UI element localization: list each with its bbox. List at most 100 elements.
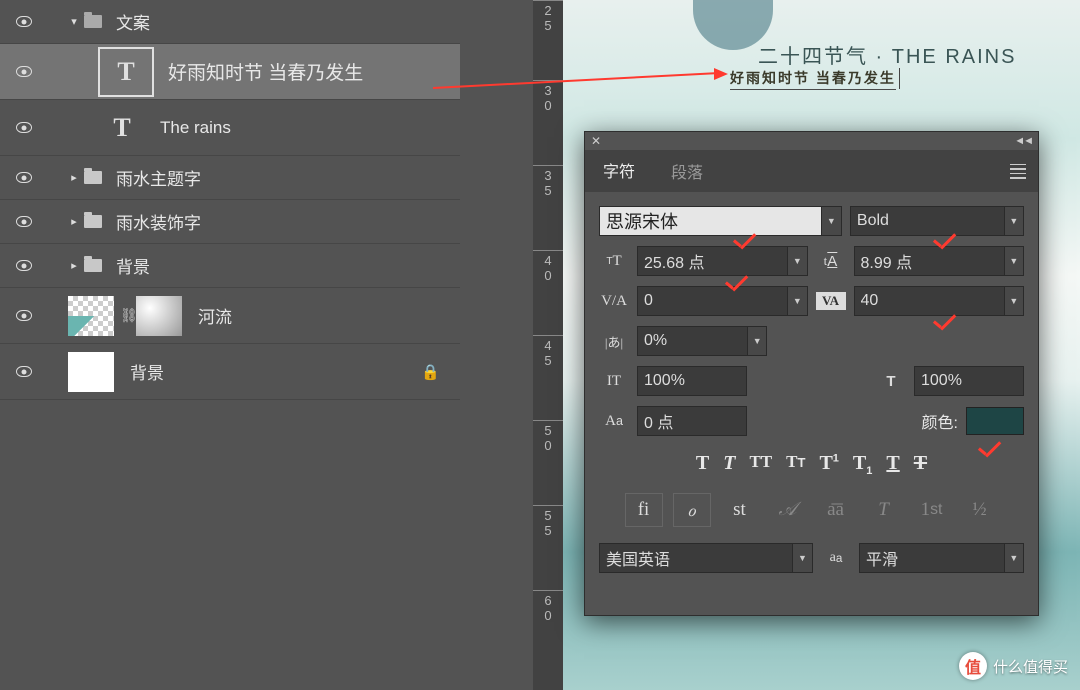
visibility-toggle[interactable] <box>8 310 40 321</box>
watermark-badge: 值 <box>959 652 987 680</box>
faux-italic-button[interactable]: T <box>723 452 735 477</box>
baseline-field[interactable] <box>637 406 747 436</box>
baseline-icon: Aa <box>599 413 629 430</box>
text-layer-icon: T <box>98 106 146 150</box>
all-caps-button[interactable]: TT <box>749 452 772 477</box>
titling-alt-button[interactable]: T <box>865 493 903 527</box>
visibility-toggle[interactable] <box>8 172 40 183</box>
lock-icon[interactable]: 🔒 <box>421 363 440 381</box>
folder-icon <box>84 215 102 228</box>
tsume-input[interactable] <box>638 332 747 350</box>
swash-button[interactable]: 𝒜 <box>769 493 807 527</box>
dropdown-icon[interactable]: ▼ <box>747 327 766 355</box>
vscale-field[interactable] <box>637 366 747 396</box>
eye-icon <box>16 366 32 377</box>
eye-icon <box>16 216 32 227</box>
language-field[interactable]: ▼ <box>599 543 813 573</box>
chevron-right-icon[interactable]: ▸ <box>68 259 80 272</box>
font-family-field[interactable]: ▼ <box>599 206 842 236</box>
layer-group-bg[interactable]: ▸ 背景 <box>0 244 460 288</box>
annotation-arrow-head <box>714 68 728 80</box>
layer-group-copy[interactable]: ▾ 文案 <box>0 0 460 44</box>
baseline-input[interactable] <box>638 412 746 430</box>
font-size-field[interactable]: ▼ <box>637 246 808 276</box>
eye-icon <box>16 16 32 27</box>
ligatures-button[interactable]: fi <box>625 493 663 527</box>
vscale-icon: IT <box>599 373 629 390</box>
leading-icon: tA <box>816 253 846 270</box>
dropdown-icon[interactable]: ▼ <box>787 247 806 275</box>
color-label: 颜色: <box>922 409 958 433</box>
collapse-icon[interactable]: ◄◄ <box>1014 135 1032 147</box>
visibility-toggle[interactable] <box>8 366 40 377</box>
tab-character[interactable]: 字符 <box>585 150 653 192</box>
hscale-input[interactable] <box>915 372 1023 390</box>
visibility-toggle[interactable] <box>8 216 40 227</box>
panel-tabs: 字符 段落 <box>585 150 1038 192</box>
eye-icon <box>16 260 32 271</box>
fractions-button[interactable]: ½ <box>961 493 999 527</box>
visibility-toggle[interactable] <box>8 122 40 133</box>
eye-icon <box>16 66 32 77</box>
panel-menu-button[interactable] <box>998 150 1038 192</box>
dropdown-icon[interactable]: ▼ <box>787 287 806 315</box>
leading-field[interactable]: ▼ <box>854 246 1025 276</box>
underline-button[interactable]: T <box>886 452 899 477</box>
strikethrough-button[interactable]: T <box>914 452 927 477</box>
layer-text-1[interactable]: T 好雨知时节 当春乃发生 <box>0 44 460 100</box>
tab-paragraph[interactable]: 段落 <box>653 150 721 192</box>
font-style-field[interactable]: ▼ <box>850 206 1024 236</box>
layer-river[interactable]: ⛓ 河流 <box>0 288 460 344</box>
antialiasing-field[interactable]: ▼ <box>859 543 1024 573</box>
chevron-right-icon[interactable]: ▸ <box>68 215 80 228</box>
subscript-button[interactable]: T1 <box>853 452 872 477</box>
font-family-input[interactable] <box>600 211 821 232</box>
font-size-input[interactable] <box>638 252 787 270</box>
dropdown-icon[interactable]: ▼ <box>1004 247 1023 275</box>
color-swatch[interactable] <box>966 407 1024 435</box>
layer-group-theme[interactable]: ▸ 雨水主题字 <box>0 156 460 200</box>
kerning-field[interactable]: ▼ <box>637 286 808 316</box>
font-style-input[interactable] <box>851 212 1004 230</box>
hscale-field[interactable] <box>914 366 1024 396</box>
layer-text-2[interactable]: T The rains <box>0 100 460 156</box>
language-input[interactable] <box>600 549 792 567</box>
layer-label: 雨水装饰字 <box>116 209 201 234</box>
visibility-toggle[interactable] <box>8 66 40 77</box>
layer-thumbnail <box>68 352 114 392</box>
leading-input[interactable] <box>855 252 1004 270</box>
visibility-toggle[interactable] <box>8 16 40 27</box>
kerning-input[interactable] <box>638 292 787 310</box>
dropdown-icon[interactable]: ▼ <box>1004 207 1023 235</box>
dropdown-icon[interactable]: ▼ <box>1004 544 1023 572</box>
dropdown-icon[interactable]: ▼ <box>821 207 841 235</box>
tracking-field[interactable]: ▼ <box>854 286 1025 316</box>
dropdown-icon[interactable]: ▼ <box>792 544 812 572</box>
kerning-icon: V/A <box>599 293 629 310</box>
text-layer-icon: T <box>98 47 154 97</box>
vscale-input[interactable] <box>638 372 746 390</box>
chevron-right-icon[interactable]: ▸ <box>68 171 80 184</box>
layers-panel: ▾ 文案 T 好雨知时节 当春乃发生 T The rains ▸ 雨水主题字 ▸… <box>0 0 460 690</box>
chevron-down-icon[interactable]: ▾ <box>68 15 80 28</box>
close-icon[interactable]: ✕ <box>591 134 601 148</box>
discretionary-lig-button[interactable]: st <box>721 493 759 527</box>
antialiasing-input[interactable] <box>860 549 1004 567</box>
opentype-buttons: fi ℴ st 𝒜 a͞a T 1st ½ <box>599 493 1024 527</box>
layer-group-deco[interactable]: ▸ 雨水装饰字 <box>0 200 460 244</box>
ordinals-button[interactable]: 1st <box>913 493 951 527</box>
faux-bold-button[interactable]: T <box>696 452 709 477</box>
dropdown-icon[interactable]: ▼ <box>1004 287 1023 315</box>
link-icon[interactable]: ⛓ <box>120 307 134 324</box>
tracking-input[interactable] <box>855 292 1004 310</box>
superscript-button[interactable]: T1 <box>819 452 838 477</box>
visibility-toggle[interactable] <box>8 260 40 271</box>
contextual-alt-button[interactable]: ℴ <box>673 493 711 527</box>
stylistic-alt-button[interactable]: a͞a <box>817 493 855 527</box>
layer-background[interactable]: 背景 🔒 <box>0 344 460 400</box>
small-caps-button[interactable]: TT <box>786 452 805 477</box>
canvas-editing-text[interactable]: 好雨知时节 当春乃发生 <box>730 68 896 90</box>
layer-label: 背景 <box>130 359 164 384</box>
text-style-buttons: T T TT TT T1 T1 T T <box>599 452 1024 477</box>
tsume-field[interactable]: ▼ <box>637 326 767 356</box>
